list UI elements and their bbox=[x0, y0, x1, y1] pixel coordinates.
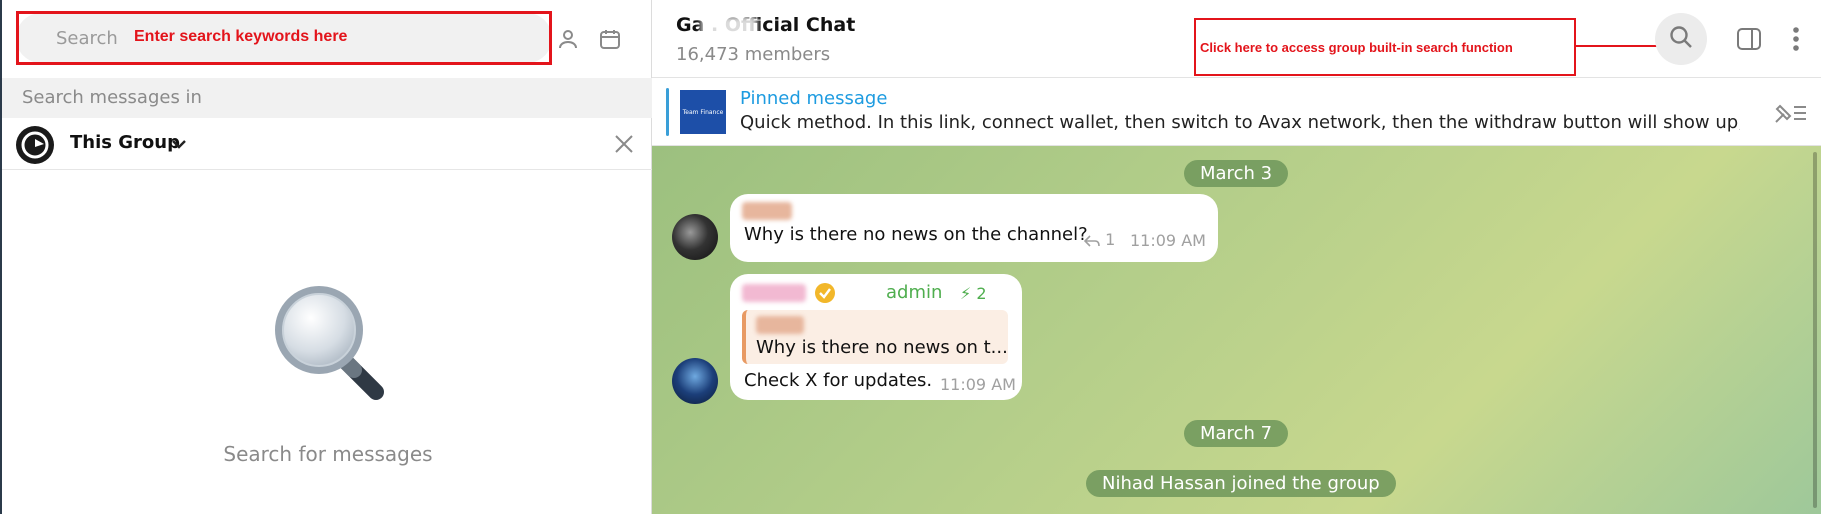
search-messages-in-header: Search messages in bbox=[2, 78, 654, 118]
reply-text: Why is there no news on t... bbox=[756, 337, 1008, 358]
search-scope-row[interactable]: This Group bbox=[2, 118, 654, 170]
search-bar-row: Search Enter search keywords here bbox=[2, 0, 654, 78]
reply-count[interactable]: 1 bbox=[1083, 230, 1116, 249]
avatar[interactable] bbox=[672, 358, 718, 404]
verified-badge-icon bbox=[814, 282, 836, 308]
reply-sender-redacted bbox=[756, 316, 804, 334]
magnifier-illustration-icon bbox=[264, 278, 394, 408]
group-avatar bbox=[16, 126, 54, 164]
annotation-group-search: Click here to access group built-in sear… bbox=[1200, 40, 1513, 55]
search-messages-in-label: Search messages in bbox=[22, 87, 202, 108]
reply-count-value: 1 bbox=[1105, 230, 1116, 249]
calendar-icon[interactable] bbox=[592, 21, 628, 57]
pinned-indicator bbox=[666, 88, 669, 136]
annotation-search-keywords: Enter search keywords here bbox=[134, 28, 348, 45]
search-by-user-icon[interactable] bbox=[550, 21, 586, 57]
date-separator: March 3 bbox=[1184, 160, 1289, 187]
search-scope-label[interactable]: This Group bbox=[70, 132, 180, 153]
message-bubble[interactable]: admin ⚡ 2 Why is there no news on t... C… bbox=[730, 274, 1022, 400]
empty-state-text: Search for messages bbox=[223, 442, 433, 466]
chat-panel: Ga . Official Chat 16,473 members Click … bbox=[652, 0, 1821, 514]
chat-search-button[interactable] bbox=[1655, 13, 1707, 65]
message-text: Check X for updates. bbox=[744, 370, 933, 391]
sender-name-redacted[interactable] bbox=[742, 284, 806, 302]
sidebar-toggle-icon[interactable] bbox=[1734, 24, 1764, 54]
message-text: Why is there no news on the channel? bbox=[744, 224, 1088, 245]
chat-header: Ga . Official Chat 16,473 members Click … bbox=[652, 0, 1821, 78]
boost-count: ⚡ 2 bbox=[960, 284, 987, 303]
sender-name-redacted[interactable] bbox=[742, 202, 792, 220]
more-options-icon[interactable] bbox=[1782, 24, 1810, 54]
admin-tag: admin bbox=[886, 282, 943, 303]
scrollbar[interactable] bbox=[1813, 152, 1817, 508]
pinned-list-icon[interactable] bbox=[1770, 98, 1810, 128]
pinned-title: Pinned message bbox=[740, 88, 888, 109]
pinned-thumbnail: Team Finance bbox=[680, 90, 726, 134]
date-separator: March 7 bbox=[1184, 420, 1289, 447]
close-icon[interactable] bbox=[610, 130, 638, 158]
redaction-blur bbox=[701, 16, 757, 38]
pinned-text: Quick method. In this link, connect wall… bbox=[740, 112, 1740, 133]
message-time: 11:09 AM bbox=[1130, 231, 1206, 250]
chevron-down-icon[interactable] bbox=[170, 136, 188, 155]
member-count[interactable]: 16,473 members bbox=[676, 44, 830, 65]
boost-count-value: 2 bbox=[976, 284, 987, 303]
service-message: Nihad Hassan joined the group bbox=[1086, 470, 1396, 497]
avatar[interactable] bbox=[672, 214, 718, 260]
pinned-thumbnail-label: Team Finance bbox=[682, 108, 724, 116]
message-bubble[interactable]: Why is there no news on the channel? 1 1… bbox=[730, 194, 1218, 262]
search-sidebar: Search Enter search keywords here Search… bbox=[0, 0, 654, 514]
message-time: 11:09 AM bbox=[940, 375, 1016, 394]
search-icon bbox=[1668, 24, 1694, 54]
boost-icon: ⚡ bbox=[960, 284, 972, 303]
reply-preview[interactable]: Why is there no news on t... bbox=[742, 310, 1008, 364]
message-area[interactable]: March 3 Why is there no news on the chan… bbox=[652, 146, 1821, 514]
pinned-message-bar[interactable]: Team Finance Pinned message Quick method… bbox=[652, 78, 1821, 146]
